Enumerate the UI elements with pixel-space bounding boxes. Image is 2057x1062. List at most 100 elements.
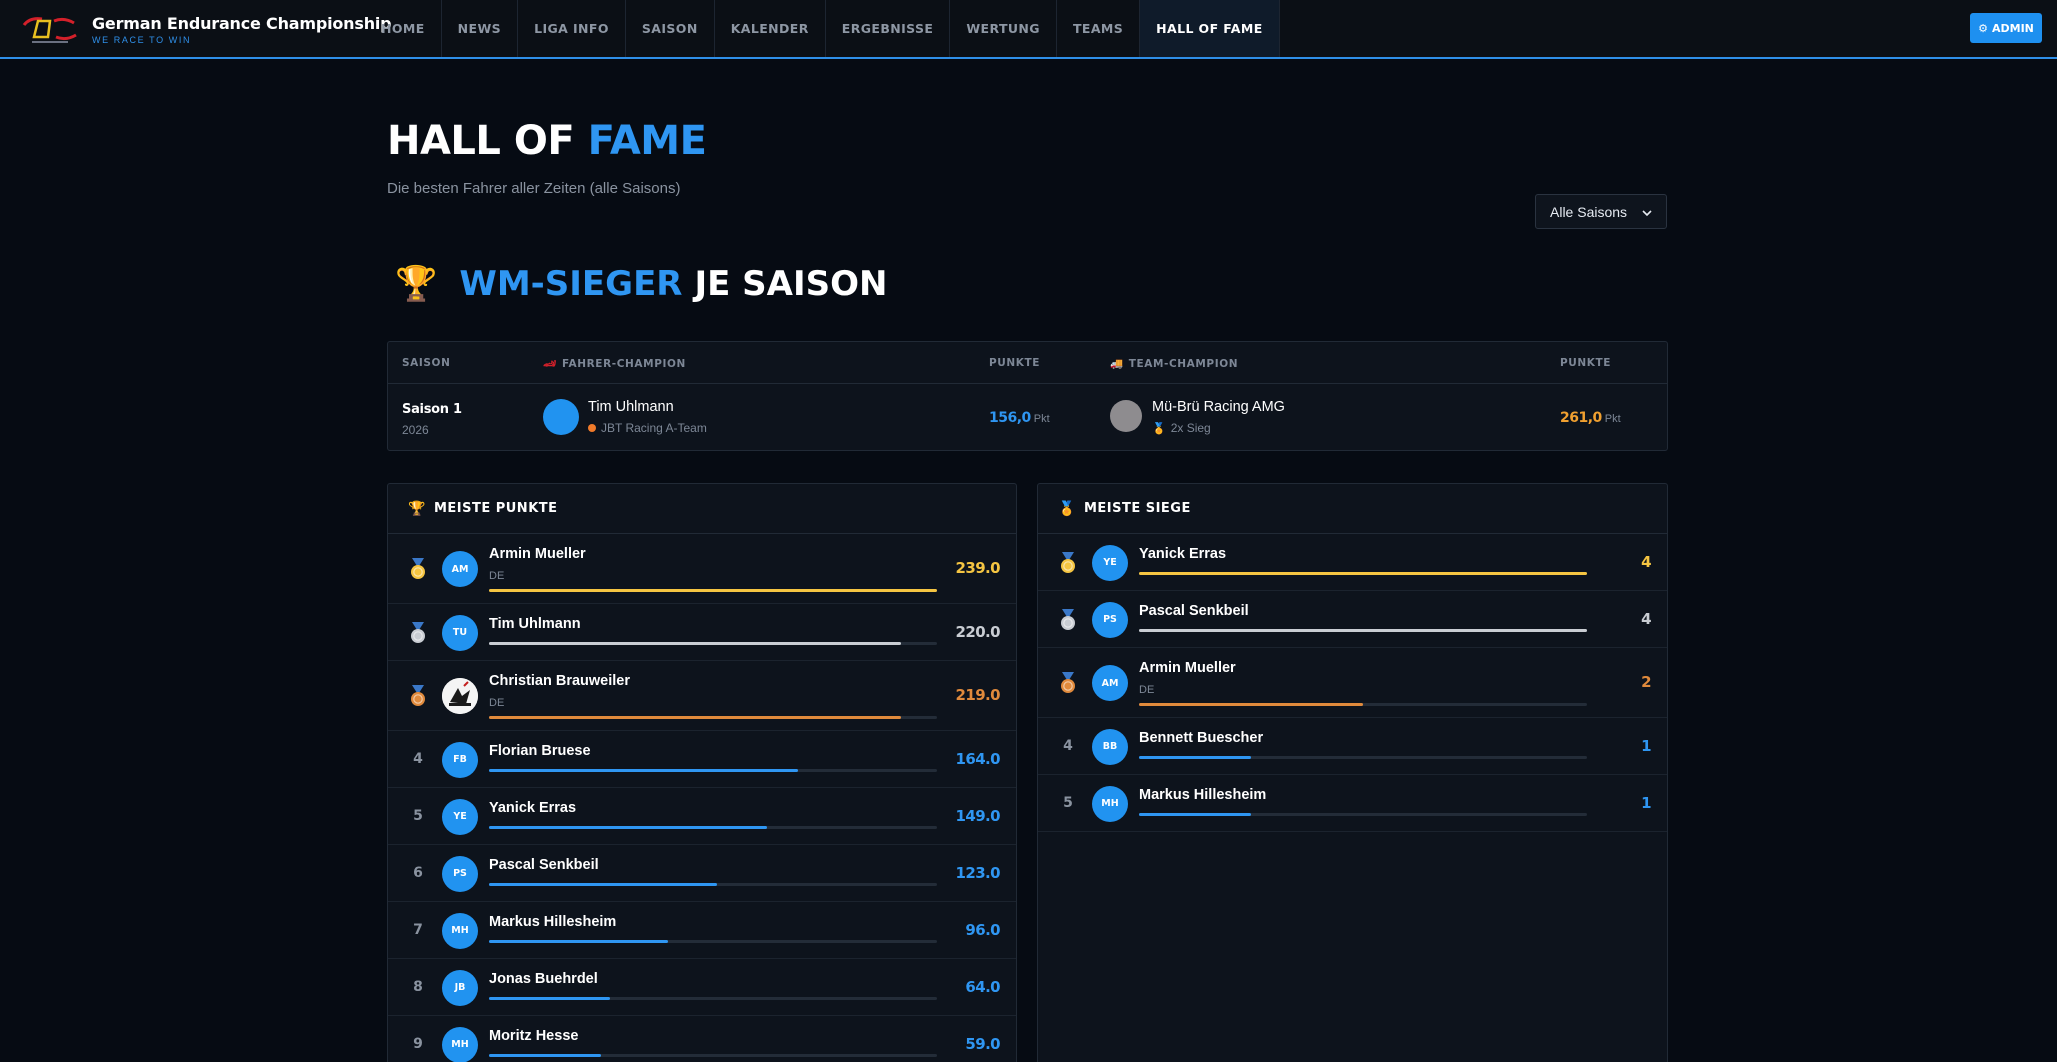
nav-item-ergebnisse[interactable]: ERGEBNISSE xyxy=(826,0,951,57)
driver-avatar xyxy=(543,399,579,435)
rank-number: 5 xyxy=(413,807,423,824)
list-item[interactable]: 8 JB Jonas Buehrdel 64.0 xyxy=(388,959,1016,1016)
list-item[interactable]: AM Armin Mueller DE 239.0 xyxy=(388,534,1016,604)
nav-item-wertung[interactable]: WERTUNG xyxy=(950,0,1057,57)
brand[interactable]: German Endurance Championship WE RACE TO… xyxy=(20,9,392,49)
nav-item-hall-of-fame[interactable]: HALL OF FAME xyxy=(1140,0,1280,57)
score-value: 64.0 xyxy=(965,977,1000,996)
avatar: MH xyxy=(442,1026,478,1062)
most-wins-header: 🏅 MEISTE SIEGE xyxy=(1038,484,1667,534)
progress-bar xyxy=(1139,812,1587,816)
nav-item-teams[interactable]: TEAMS xyxy=(1057,0,1141,57)
avatar: MH xyxy=(442,912,478,949)
list-item[interactable]: 5 YE Yanick Erras 149.0 xyxy=(388,788,1016,845)
score-value: 219.0 xyxy=(955,686,1001,704)
progress-bar-fill xyxy=(1139,812,1251,816)
score-value: 96.0 xyxy=(965,920,1000,939)
progress-bar-fill xyxy=(489,1053,601,1057)
champions-table: SAISON 🏎 FAHRER-CHAMPION PUNKTE 🚚 TEAM-C… xyxy=(387,341,1668,451)
avatar: PS xyxy=(442,855,478,892)
nav-item-news[interactable]: NEWS xyxy=(442,0,519,57)
rank-number: 4 xyxy=(413,750,423,767)
medal-icon: 🏅 xyxy=(1152,422,1166,435)
player-name[interactable]: Yanick Erras xyxy=(489,800,576,816)
col-driver-champion: FAHRER-CHAMPION xyxy=(561,357,686,370)
driver-champion-name[interactable]: Tim Uhlmann xyxy=(588,399,674,415)
season-filter-select[interactable]: Alle Saisons xyxy=(1535,194,1667,229)
admin-button[interactable]: ⚙ ADMIN xyxy=(1970,13,2042,43)
player-name[interactable]: Markus Hillesheim xyxy=(1139,787,1266,803)
player-country: DE xyxy=(1139,684,1155,696)
score-value: 4 xyxy=(1641,609,1651,628)
top-navbar: German Endurance Championship WE RACE TO… xyxy=(0,0,2057,59)
avatar: AM xyxy=(442,551,478,587)
most-points-panel: 🏆 MEISTE PUNKTE AM Armin Mueller DE 239.0 TU… xyxy=(387,483,1017,1062)
score-value: 1 xyxy=(1641,793,1651,812)
nav-item-liga-info[interactable]: LIGA INFO xyxy=(518,0,626,57)
list-item[interactable]: AM Armin Mueller DE 2 xyxy=(1038,648,1667,718)
gold-medal-icon xyxy=(409,558,427,580)
table-row[interactable]: Saison 1 2026 Tim Uhlmann JBT Racing A-T… xyxy=(388,384,1667,451)
brand-tagline: WE RACE TO WIN xyxy=(92,34,192,45)
season-filter-value: Alle Saisons xyxy=(1550,203,1628,220)
score-value: 239.0 xyxy=(955,559,1001,577)
team-points: 261,0 xyxy=(1560,410,1602,426)
progress-bar-fill xyxy=(1139,755,1251,759)
player-country: DE xyxy=(489,570,505,582)
page-subtitle: Die besten Fahrer aller Zeiten (alle Sai… xyxy=(387,180,681,197)
avatar: PS xyxy=(1092,601,1128,638)
progress-bar-fill xyxy=(489,882,718,886)
race-car-icon: 🏎 xyxy=(543,358,557,370)
list-item[interactable]: TU Tim Uhlmann 220.0 xyxy=(388,604,1016,661)
nav-item-saison[interactable]: SAISON xyxy=(626,0,715,57)
silver-medal-icon xyxy=(1059,608,1077,631)
most-wins-panel: 🏅 MEISTE SIEGE YE Yanick Erras 4 PS Pascal S… xyxy=(1037,483,1668,1062)
list-item[interactable]: 4 FB Florian Bruese 164.0 xyxy=(388,731,1016,788)
progress-bar xyxy=(1139,755,1587,759)
score-value: 220.0 xyxy=(955,622,1001,641)
page-title: HALL OF FAME xyxy=(387,118,707,164)
progress-bar xyxy=(489,768,937,772)
list-item[interactable]: 7 MH Markus Hillesheim 96.0 xyxy=(388,902,1016,959)
progress-bar xyxy=(1139,703,1587,706)
team-wins: 2x Sieg xyxy=(1170,421,1211,435)
avatar: FB xyxy=(442,741,478,778)
progress-bar-fill xyxy=(1139,703,1363,706)
player-name[interactable]: Tim Uhlmann xyxy=(489,616,581,632)
gold-medal-icon xyxy=(1059,551,1077,574)
player-name[interactable]: Bennett Buescher xyxy=(1139,730,1263,746)
list-item[interactable]: Christian Brauweiler DE 219.0 xyxy=(388,661,1016,731)
gear-icon: ⚙ xyxy=(1978,21,1988,35)
nav-item-home[interactable]: HOME xyxy=(365,0,442,57)
player-name[interactable]: Pascal Senkbeil xyxy=(1139,603,1249,619)
most-points-header: 🏆 MEISTE PUNKTE xyxy=(388,484,1016,534)
player-name[interactable]: Armin Mueller xyxy=(489,546,586,562)
player-name[interactable]: Pascal Senkbeil xyxy=(489,857,599,873)
player-name[interactable]: Armin Mueller xyxy=(1139,660,1236,676)
col-points: PUNKTE xyxy=(989,357,1041,369)
avatar: JB xyxy=(442,969,478,1006)
rank-number: 4 xyxy=(1063,737,1073,754)
champions-table-header: SAISON 🏎 FAHRER-CHAMPION PUNKTE 🚚 TEAM-C… xyxy=(388,342,1667,384)
list-item[interactable]: PS Pascal Senkbeil 4 xyxy=(1038,591,1667,648)
nav-item-kalender[interactable]: KALENDER xyxy=(715,0,826,57)
gec-logo xyxy=(20,9,80,49)
champions-section-title: 🏆 WM-SIEGER JE SAISON xyxy=(395,264,888,304)
player-name[interactable]: Yanick Erras xyxy=(1139,546,1226,562)
col-team-points: PUNKTE xyxy=(1560,357,1612,369)
list-item[interactable]: YE Yanick Erras 4 xyxy=(1038,534,1667,591)
player-name[interactable]: Jonas Buehrdel xyxy=(489,971,598,987)
list-item[interactable]: 4 BB Bennett Buescher 1 xyxy=(1038,718,1667,775)
list-item[interactable]: 9 MH Moritz Hesse 59.0 xyxy=(388,1016,1016,1062)
player-name[interactable]: Moritz Hesse xyxy=(489,1028,578,1044)
progress-bar xyxy=(489,1053,937,1057)
player-name[interactable]: Florian Bruese xyxy=(489,743,591,759)
list-item[interactable]: 5 MH Markus Hillesheim 1 xyxy=(1038,775,1667,832)
player-name[interactable]: Christian Brauweiler xyxy=(489,673,630,689)
list-item[interactable]: 6 PS Pascal Senkbeil 123.0 xyxy=(388,845,1016,902)
progress-bar-fill xyxy=(489,825,767,829)
player-name[interactable]: Markus Hillesheim xyxy=(489,914,616,930)
team-champion-name[interactable]: Mü-Brü Racing AMG xyxy=(1152,399,1285,415)
progress-bar xyxy=(489,882,937,886)
avatar: MH xyxy=(1092,785,1128,822)
